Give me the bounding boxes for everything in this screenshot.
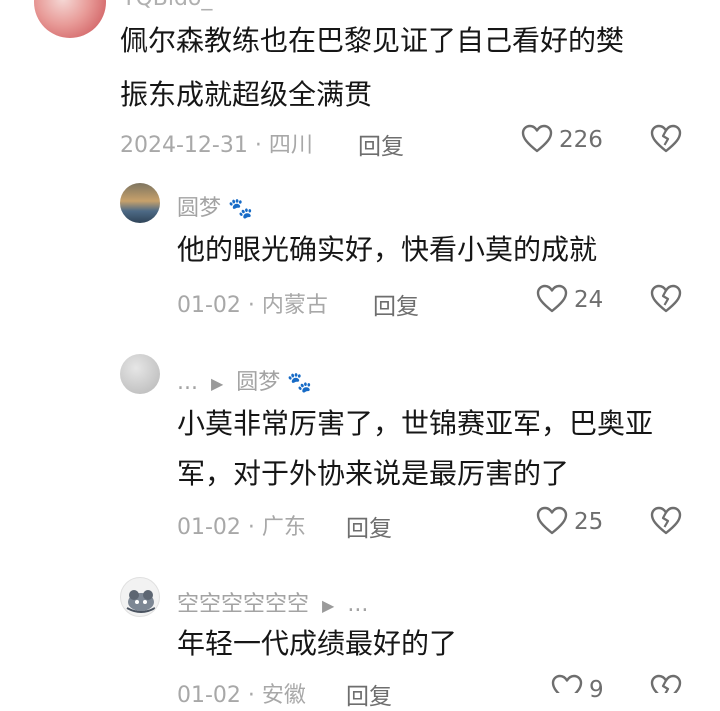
like-count: 226 xyxy=(559,127,603,153)
comment-meta: 2024-12-31 · 四川 xyxy=(120,127,313,159)
comment-date: 01-02 xyxy=(177,683,241,708)
reply-button[interactable]: 回复 xyxy=(358,127,404,161)
cartoon-cat-avatar-icon xyxy=(126,590,156,613)
reply-arrow-icon: ▶ xyxy=(322,596,335,615)
like-heart-icon[interactable] xyxy=(551,674,583,693)
like-heart-icon[interactable] xyxy=(536,284,568,314)
reply-button[interactable]: 回复 xyxy=(373,287,419,321)
comment-date: 01-02 xyxy=(177,515,241,540)
comment-text-line1: 小莫非常厉害了，世锦赛亚军，巴奥亚 xyxy=(177,407,654,440)
meta-separator: · xyxy=(247,133,269,158)
comment-text-line1: 佩尔森教练也在巴黎见证了自己看好的樊 xyxy=(120,24,625,57)
comment-date: 2024-12-31 xyxy=(120,133,248,158)
comment-text-line1: 他的眼光确实好，快看小莫的成就 xyxy=(177,233,598,266)
comment-text-line2: 振东成就超级全满贯 xyxy=(120,78,373,111)
paw-icon: 🐾 xyxy=(287,370,313,394)
dislike-broken-heart-icon[interactable] xyxy=(650,284,682,314)
comment-date: 01-02 xyxy=(177,293,241,318)
meta-separator: · xyxy=(240,293,262,318)
avatar[interactable] xyxy=(120,577,160,617)
username[interactable]: YQBldo_ xyxy=(122,0,212,11)
comment-meta: 01-02 · 广东 xyxy=(177,509,306,541)
comment-meta: 01-02 · 安徽 xyxy=(177,677,306,709)
comment-location: 内蒙古 xyxy=(261,293,328,318)
reply-button[interactable]: 回复 xyxy=(346,509,392,543)
like-count: 25 xyxy=(574,509,604,535)
avatar[interactable] xyxy=(34,0,106,38)
comment-meta: 01-02 · 内蒙古 xyxy=(177,287,328,319)
comment-location: 安徽 xyxy=(261,683,306,708)
comment-location: 四川 xyxy=(268,133,313,158)
avatar[interactable] xyxy=(120,354,160,394)
username[interactable]: ... ▶ 圆梦 🐾 xyxy=(177,364,312,396)
like-heart-icon[interactable] xyxy=(521,124,553,154)
username[interactable]: 空空空空空空 ▶ ... xyxy=(177,586,368,618)
like-heart-icon[interactable] xyxy=(536,506,568,536)
comment-text-line2: 军，对于外协来说是最厉害的了 xyxy=(177,457,570,490)
paw-icon: 🐾 xyxy=(228,196,253,220)
dislike-broken-heart-icon[interactable] xyxy=(650,506,682,536)
like-count: 9 xyxy=(589,677,604,703)
meta-separator: · xyxy=(240,515,262,540)
comment-location: 广东 xyxy=(261,515,306,540)
username[interactable]: 圆梦 🐾 xyxy=(177,190,253,222)
like-count: 24 xyxy=(574,287,604,313)
dislike-broken-heart-icon[interactable] xyxy=(650,124,682,154)
dislike-broken-heart-icon[interactable] xyxy=(650,674,682,693)
reply-arrow-icon: ▶ xyxy=(210,374,224,393)
reply-button[interactable]: 回复 xyxy=(346,677,392,711)
meta-separator: · xyxy=(240,683,262,708)
comment-text-line1: 年轻一代成绩最好的了 xyxy=(177,627,458,660)
avatar[interactable] xyxy=(120,183,160,223)
